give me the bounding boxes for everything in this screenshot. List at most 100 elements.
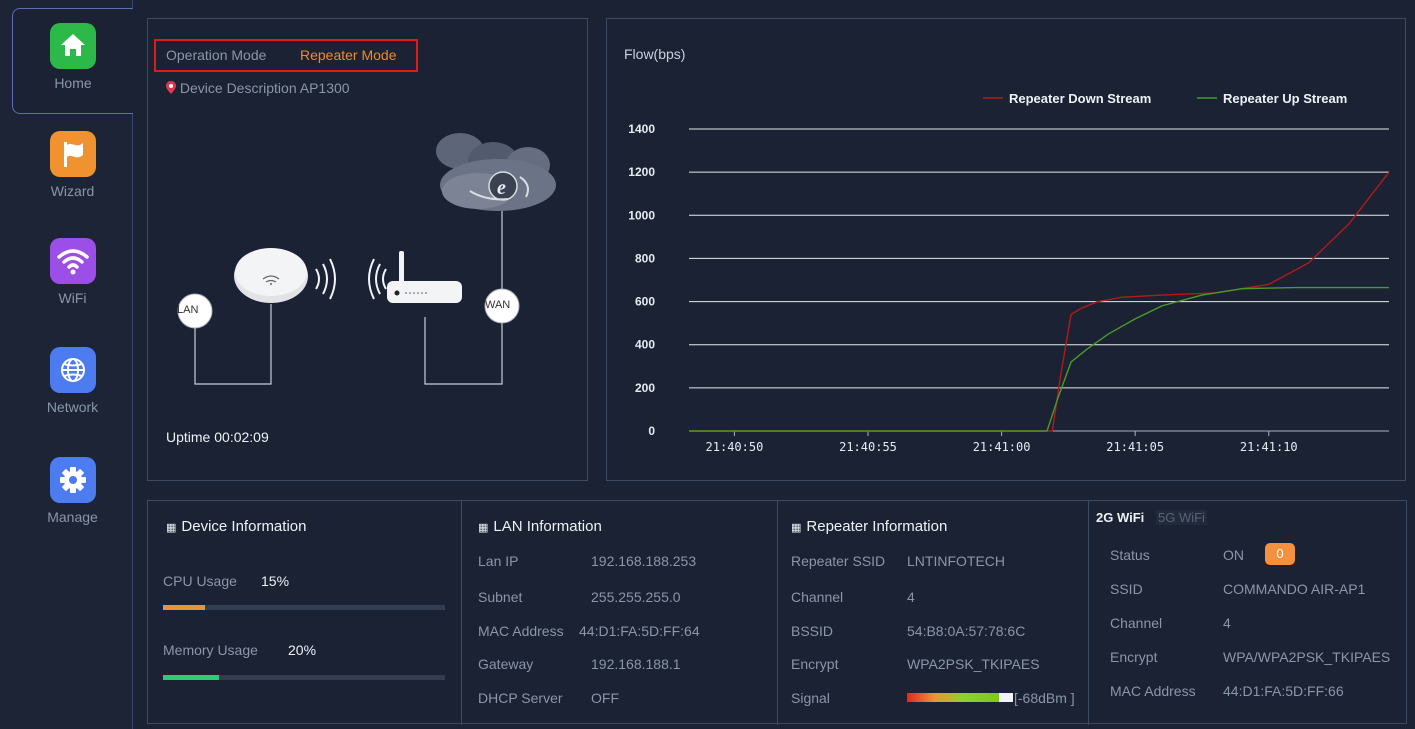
uptime-label: Uptime [166,429,211,445]
x-tick-label: 21:41:05 [1106,440,1164,454]
operation-mode-value: Repeater Mode [300,47,397,63]
divider [1088,501,1089,725]
home-icon [50,23,96,69]
sidebar-item-network[interactable]: Network [12,333,133,439]
wifi-info-value: COMMANDO AIR-AP1 [1223,581,1366,597]
x-tick-label: 21:40:55 [839,440,897,454]
repeater-info-label: Channel [791,589,844,605]
lan-info-value: 255.255.255.0 [591,589,681,605]
signal-strength-remaining [999,693,1013,702]
uptime-value: 00:02:09 [214,429,269,445]
repeater-info-value: LNTINFOTECH [907,553,1005,569]
x-tick-label: 21:41:00 [973,440,1031,454]
router-icon [387,251,462,303]
cpu-usage-bar-fill [163,605,206,610]
grid-icon: ▦ [791,522,802,534]
wifi-info-value: 44:D1:FA:5D:FF:66 [1223,683,1344,699]
repeater-info-value: 4 [907,589,915,605]
flow-chart-panel: Flow(bps) Repeater Down Stream Repeater … [606,18,1406,481]
wireless-signal-icon [315,258,387,300]
repeater-info-label: BSSID [791,623,834,639]
wifi-status-value: ON [1223,547,1244,563]
flag-icon [49,131,96,177]
y-tick-label: 1200 [628,165,655,179]
cpu-usage-value: 15% [261,573,290,589]
memory-usage-value: 20% [288,642,317,658]
lan-info-label: DHCP Server [478,690,563,706]
lan-info-label: Gateway [478,656,534,672]
x-tick-label: 21:41:10 [1240,440,1298,454]
memory-usage-label: Memory Usage [163,642,258,658]
device-description-value: AP1300 [299,80,350,96]
sidebar-item-label: Network [46,399,99,415]
divider [461,501,462,725]
y-tick-label: 1000 [628,208,655,222]
info-panel: ▦ Device Information CPU Usage 15% Memory… [147,500,1407,725]
lan-information-title: ▦ LAN Information [478,518,602,535]
network-topology-diagram: e [177,133,556,385]
lan-info-value: OFF [591,690,619,706]
y-tick-label: 600 [635,295,655,309]
uptime: Uptime 00:02:09 [166,429,269,445]
lan-info-value: 192.168.188.253 [591,553,697,569]
repeater-info-label: Encrypt [791,656,839,672]
repeater-information-title: ▦ Repeater Information [791,518,948,535]
chart-legend: Repeater Down Stream Repeater Up Stream [983,91,1347,106]
device-description: Device Description AP1300 [166,80,350,96]
signal-label: Signal [791,690,830,706]
sidebar-item-wifi[interactable]: WiFi [12,224,133,330]
y-tick-label: 200 [635,381,655,395]
memory-usage-bar-fill [163,675,220,680]
series-line-up-stream [689,286,1389,432]
wifi-info-value: 4 [1223,615,1231,631]
operation-panel: Operation Mode Repeater Mode Device Desc… [147,18,588,481]
wifi-info-label: Channel [1110,615,1163,631]
flow-chart: Flow(bps) Repeater Down Stream Repeater … [624,46,1390,454]
wan-node-label: WAN [485,299,511,311]
signal-strength-bar [907,693,999,702]
lan-info-value: 44:D1:FA:5D:FF:64 [579,623,700,639]
lan-info-label: Lan IP [478,553,519,569]
globe-icon [49,347,96,393]
wifi-info-label: Encrypt [1110,649,1158,665]
svg-text:e: e [497,177,506,199]
device-information-title: ▦ Device Information [166,518,307,535]
lan-node-label: LAN [177,304,199,316]
cpu-usage-label: CPU Usage [163,573,237,589]
memory-usage-bar [163,675,445,680]
y-tick-label: 1400 [628,122,655,136]
cpu-usage-bar [163,605,445,610]
repeater-info-value: 54:B8:0A:57:78:6C [907,623,1026,639]
x-tick-label: 21:40:50 [706,440,764,454]
sidebar-item-wizard[interactable]: Wizard [12,117,133,223]
repeater-info-label: Repeater SSID [791,553,886,569]
sidebar-item-home[interactable]: Home [12,8,133,114]
location-pin-icon [166,81,176,94]
device-description-label: Device Description [179,80,297,96]
divider [777,501,778,725]
sidebar-item-manage[interactable]: Manage [12,443,133,549]
chart-title: Flow(bps) [624,46,685,62]
tab-5g-wifi[interactable]: 5G WiFi [1156,510,1207,525]
wifi-icon [49,238,96,284]
legend-down-label: Repeater Down Stream [1009,91,1151,106]
repeater-info-value: WPA2PSK_TKIPAES [907,656,1040,672]
wifi-info-value: WPA/WPA2PSK_TKIPAES [1223,649,1391,665]
sidebar-item-label: Manage [47,509,98,525]
sidebar-item-label: WiFi [58,290,87,306]
wifi-status-badge: 0 [1265,543,1295,565]
lan-info-label: MAC Address [478,623,564,639]
wifi-status-label: Status [1110,547,1150,563]
signal-value: [-68dBm ] [1014,690,1075,706]
y-tick-label: 400 [635,338,655,352]
sidebar: Home Wizard WiFi Network Manage [0,0,133,729]
y-tick-label: 0 [648,424,655,438]
access-point-icon [234,248,308,303]
lan-info-label: Subnet [478,589,523,605]
grid-icon: ▦ [166,522,177,534]
grid-icon: ▦ [478,522,489,534]
wifi-info-label: MAC Address [1110,683,1196,699]
operation-mode-label: Operation Mode [166,47,267,63]
tab-2g-wifi[interactable]: 2G WiFi [1096,510,1144,525]
sidebar-item-label: Home [54,75,92,91]
